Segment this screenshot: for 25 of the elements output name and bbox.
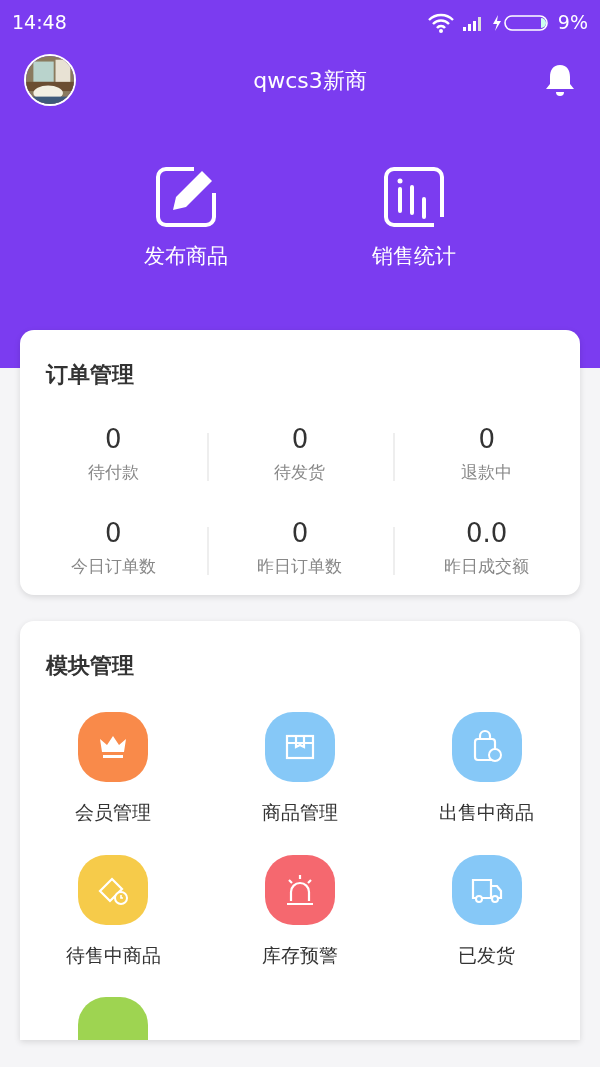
- stat-value: 0: [290, 425, 310, 454]
- battery-percent: 9%: [557, 10, 588, 36]
- module-label: 已发货: [458, 942, 516, 968]
- page-title: qwcs3新商: [253, 66, 367, 95]
- stat-label: 昨日订单数: [256, 554, 344, 578]
- quick-action[interactable]: 销售统计: [324, 165, 504, 273]
- module-label: 待售中商品: [65, 942, 161, 968]
- quick-action[interactable]: 发布商品: [96, 165, 276, 273]
- section-title: 模块管理: [44, 652, 135, 681]
- stat-label: 今日订单数: [69, 554, 157, 578]
- stat-value: 0.0: [465, 519, 509, 548]
- stat-label: 待发货: [273, 460, 327, 484]
- stat-label: 昨日成交额: [443, 554, 531, 578]
- module-label: 会员管理: [75, 800, 152, 826]
- module-label: 商品管理: [262, 800, 338, 826]
- module-label: 出售中商品: [439, 800, 535, 826]
- module-label: 库存预警: [262, 942, 338, 968]
- section-title: 订单管理: [44, 361, 135, 389]
- stat-label: 退款中: [460, 460, 514, 484]
- stat-label: 待付款: [86, 460, 140, 484]
- stat-value: 0: [477, 425, 496, 454]
- stat-value: 0: [104, 519, 123, 548]
- status-time: 14:48: [12, 10, 67, 36]
- stat-value: 0: [104, 425, 123, 454]
- stat-value: 0: [290, 519, 310, 548]
